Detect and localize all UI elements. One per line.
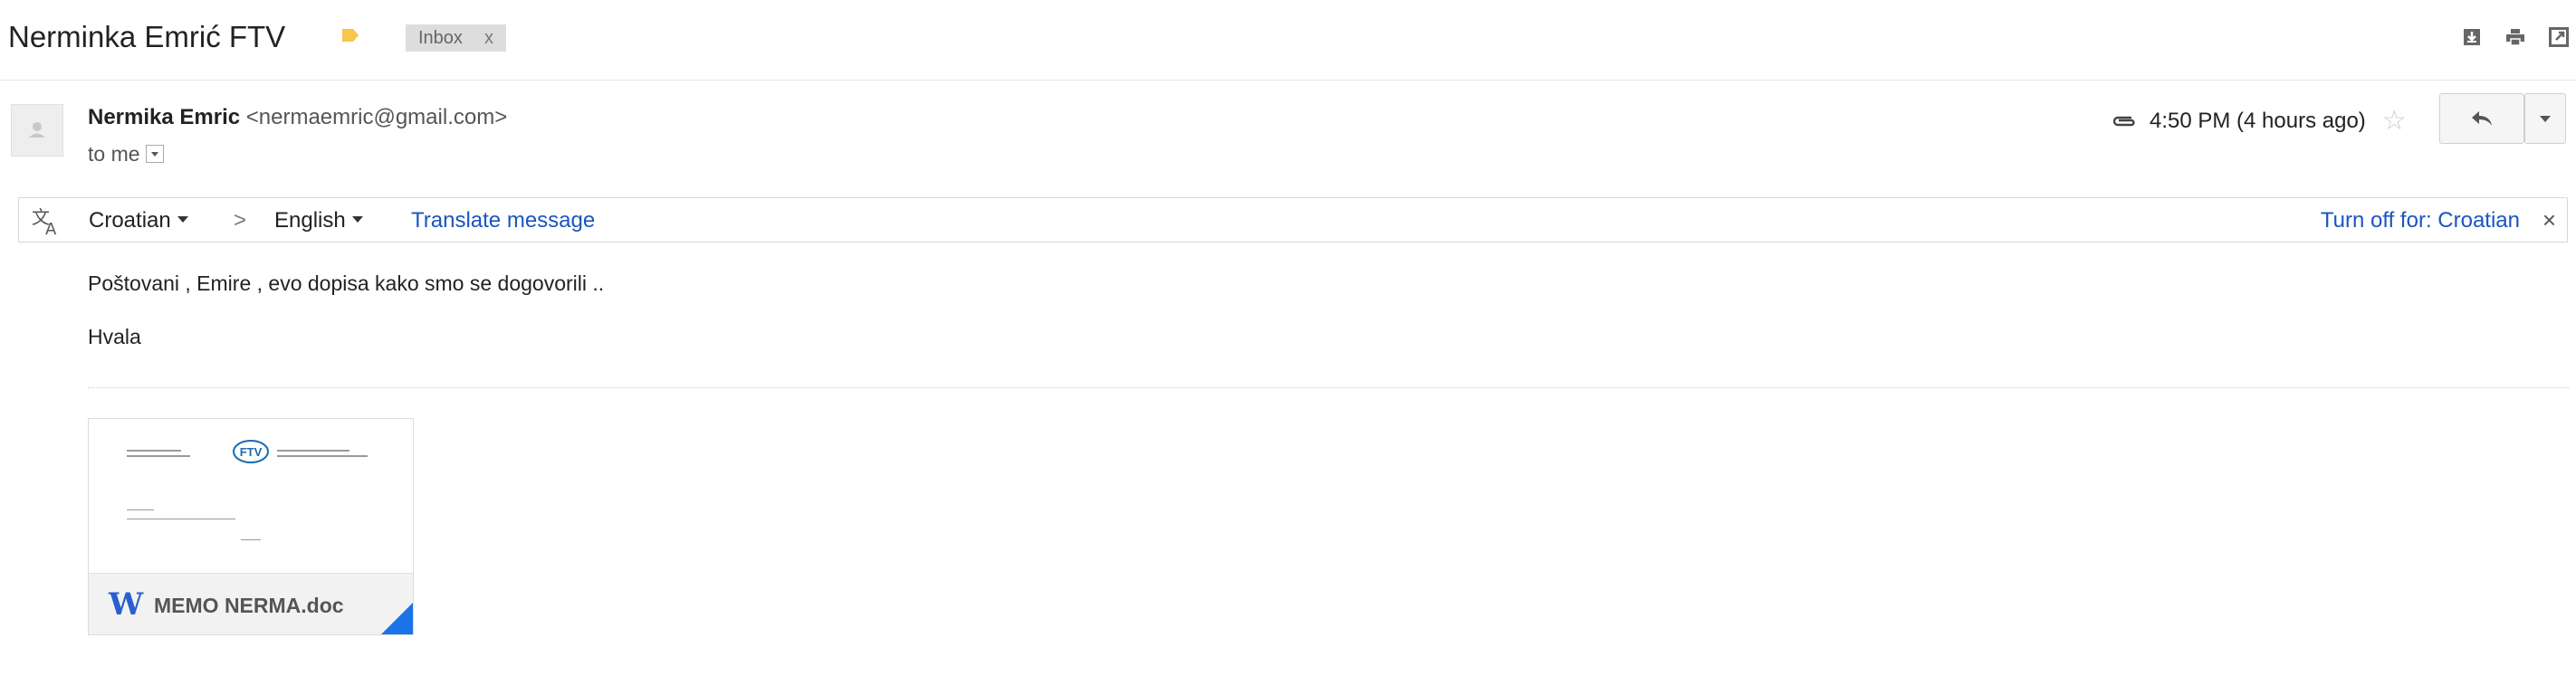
inbox-label-text: Inbox — [418, 28, 463, 48]
print-icon[interactable] — [2505, 27, 2525, 47]
sender-line: Nermika Emric <nermaemric@gmail.com> — [88, 105, 507, 130]
reply-button[interactable] — [2439, 93, 2524, 144]
attachment-preview: FTV — [89, 419, 413, 573]
recipient-text: to me — [88, 142, 140, 166]
message-body-line-1: Poštovani , Emire , evo dopisa kako smo … — [88, 271, 605, 295]
thread-actions — [2462, 27, 2569, 47]
word-doc-icon: W — [109, 586, 144, 623]
reply-icon — [2472, 111, 2492, 126]
target-language-label: English — [274, 208, 346, 233]
turn-off-translation-link[interactable]: Turn off for: Croatian — [2321, 208, 2520, 233]
open-in-new-window-icon[interactable] — [2549, 27, 2569, 47]
message-time: 4:50 PM (4 hours ago) — [2150, 108, 2366, 133]
page-fold-corner — [378, 601, 413, 634]
svg-text:FTV: FTV — [240, 445, 263, 459]
sender-avatar[interactable] — [11, 104, 63, 157]
recipient-line: to me — [88, 142, 164, 167]
remove-label-button[interactable]: x — [484, 28, 493, 48]
email-subject: Nerminka Emrić FTV — [8, 20, 286, 53]
sender-email: <nermaemric@gmail.com> — [245, 105, 508, 129]
svg-text:A: A — [45, 220, 57, 236]
inbox-label-chip[interactable]: Inbox x — [406, 24, 506, 52]
more-options-button[interactable] — [2524, 93, 2566, 144]
ftv-logo-preview: FTV — [233, 440, 269, 463]
show-details-dropdown[interactable] — [145, 144, 164, 163]
translate-bar: 文 A Croatian > English Translate message… — [18, 197, 2568, 243]
attachment-footer: W MEMO NERMA.doc — [89, 573, 413, 634]
translate-icon: 文 A — [32, 206, 57, 236]
download-icon[interactable] — [2462, 27, 2482, 47]
message-body-line-2: Hvala — [88, 325, 141, 348]
source-language-dropdown[interactable]: Croatian — [89, 208, 188, 233]
message-meta: 4:50 PM (4 hours ago) ☆ — [2110, 105, 2407, 137]
attachment-icon — [2112, 116, 2135, 126]
header-divider — [0, 80, 2576, 81]
star-icon[interactable]: ☆ — [2382, 105, 2407, 137]
attachment-card[interactable]: FTV W MEMO NERMA.doc — [88, 418, 414, 635]
attachment-divider — [88, 387, 2569, 388]
important-label-icon[interactable] — [340, 25, 360, 45]
source-language-label: Croatian — [89, 208, 171, 233]
person-icon — [29, 122, 45, 138]
arrow-separator: > — [234, 208, 247, 233]
translate-message-link[interactable]: Translate message — [411, 208, 595, 233]
sender-name[interactable]: Nermika Emric — [88, 105, 240, 129]
attachment-filename: MEMO NERMA.doc — [154, 594, 344, 617]
target-language-dropdown[interactable]: English — [274, 208, 363, 233]
close-translate-bar-icon[interactable]: × — [2542, 206, 2556, 234]
